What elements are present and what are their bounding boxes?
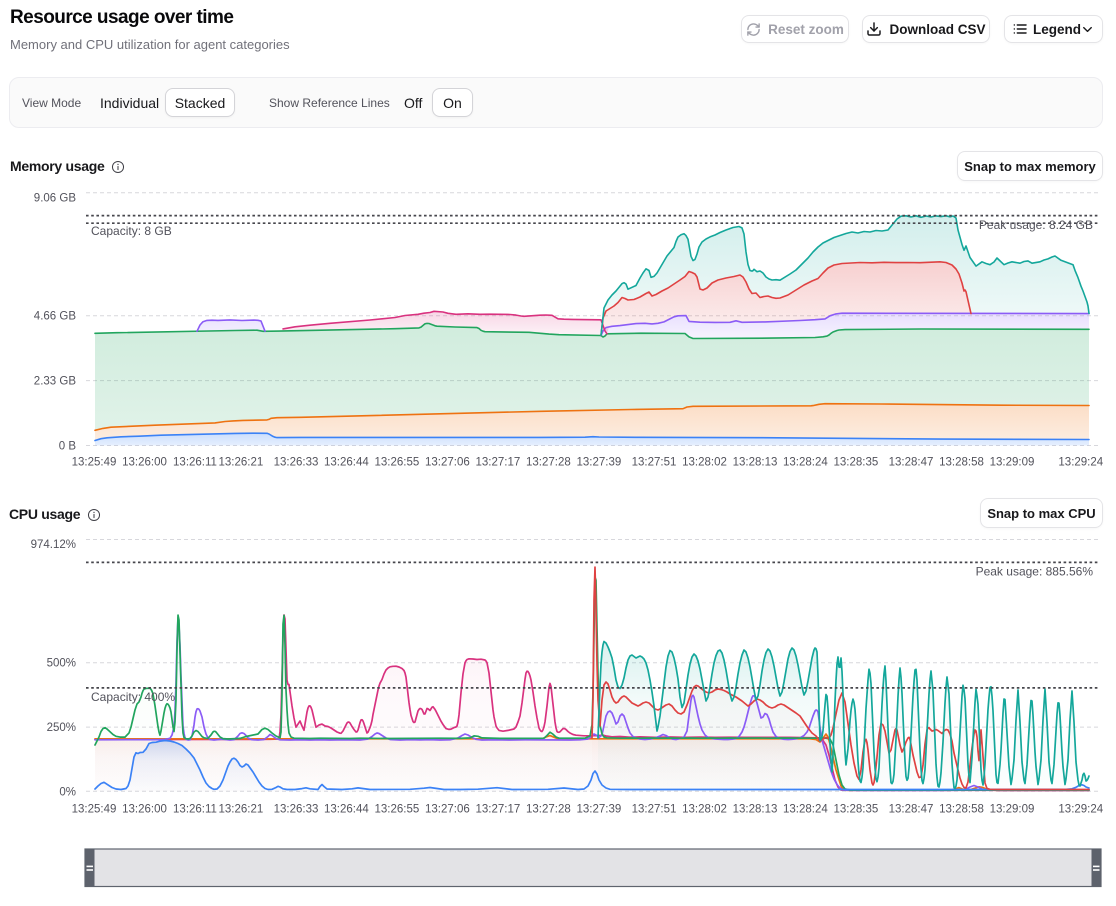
svg-text:4.66 GB: 4.66 GB	[34, 311, 77, 323]
svg-text:13:27:39: 13:27:39	[577, 457, 622, 469]
svg-text:13:28:02: 13:28:02	[682, 457, 727, 469]
svg-text:13:27:28: 13:27:28	[526, 804, 571, 816]
svg-text:13:26:44: 13:26:44	[324, 457, 369, 469]
svg-text:13:28:24: 13:28:24	[783, 804, 828, 816]
svg-text:13:26:55: 13:26:55	[375, 457, 420, 469]
svg-text:2.33 GB: 2.33 GB	[34, 376, 77, 388]
svg-text:Capacity: 400%: Capacity: 400%	[91, 690, 175, 704]
svg-text:Capacity: 8 GB: Capacity: 8 GB	[91, 224, 172, 238]
svg-text:13:26:11: 13:26:11	[173, 457, 217, 469]
svg-text:13:27:06: 13:27:06	[425, 804, 470, 816]
svg-text:13:26:11: 13:26:11	[173, 804, 217, 816]
svg-text:0%: 0%	[59, 786, 76, 798]
svg-text:500%: 500%	[47, 658, 76, 670]
svg-text:13:29:24: 13:29:24	[1058, 804, 1103, 816]
svg-text:13:28:35: 13:28:35	[834, 457, 879, 469]
svg-text:13:26:33: 13:26:33	[274, 804, 319, 816]
svg-text:Peak usage: 885.56%: Peak usage: 885.56%	[976, 565, 1094, 579]
svg-text:Peak usage: 8.24 GB: Peak usage: 8.24 GB	[979, 218, 1093, 232]
svg-text:13:28:02: 13:28:02	[682, 804, 727, 816]
svg-text:974.12%: 974.12%	[31, 539, 76, 551]
svg-text:9.06 GB: 9.06 GB	[34, 193, 77, 205]
svg-text:13:27:06: 13:27:06	[425, 457, 470, 469]
svg-text:13:27:51: 13:27:51	[632, 457, 677, 469]
svg-text:13:27:51: 13:27:51	[632, 804, 677, 816]
svg-text:13:29:09: 13:29:09	[990, 804, 1035, 816]
svg-text:13:27:28: 13:27:28	[526, 457, 571, 469]
svg-text:13:29:24: 13:29:24	[1058, 457, 1103, 469]
svg-text:13:25:49: 13:25:49	[72, 804, 117, 816]
svg-text:13:28:13: 13:28:13	[733, 804, 778, 816]
svg-text:13:28:13: 13:28:13	[733, 457, 778, 469]
svg-text:13:25:49: 13:25:49	[72, 457, 117, 469]
svg-text:13:26:44: 13:26:44	[324, 804, 369, 816]
svg-text:0 B: 0 B	[59, 441, 77, 453]
svg-text:13:26:21: 13:26:21	[219, 457, 264, 469]
svg-text:13:28:35: 13:28:35	[834, 804, 879, 816]
svg-text:13:27:17: 13:27:17	[476, 457, 521, 469]
svg-text:13:29:09: 13:29:09	[990, 457, 1035, 469]
svg-text:13:28:58: 13:28:58	[939, 457, 984, 469]
svg-text:13:26:33: 13:26:33	[274, 457, 319, 469]
svg-text:13:28:58: 13:28:58	[939, 804, 984, 816]
svg-text:13:26:00: 13:26:00	[122, 457, 167, 469]
svg-text:13:28:47: 13:28:47	[889, 804, 934, 816]
svg-text:250%: 250%	[47, 722, 76, 734]
svg-text:13:26:55: 13:26:55	[375, 804, 420, 816]
svg-text:13:28:24: 13:28:24	[783, 457, 828, 469]
svg-text:13:26:00: 13:26:00	[122, 804, 167, 816]
svg-text:13:28:47: 13:28:47	[889, 457, 934, 469]
svg-text:13:26:21: 13:26:21	[219, 804, 264, 816]
svg-text:13:27:39: 13:27:39	[577, 804, 622, 816]
svg-text:13:27:17: 13:27:17	[476, 804, 521, 816]
